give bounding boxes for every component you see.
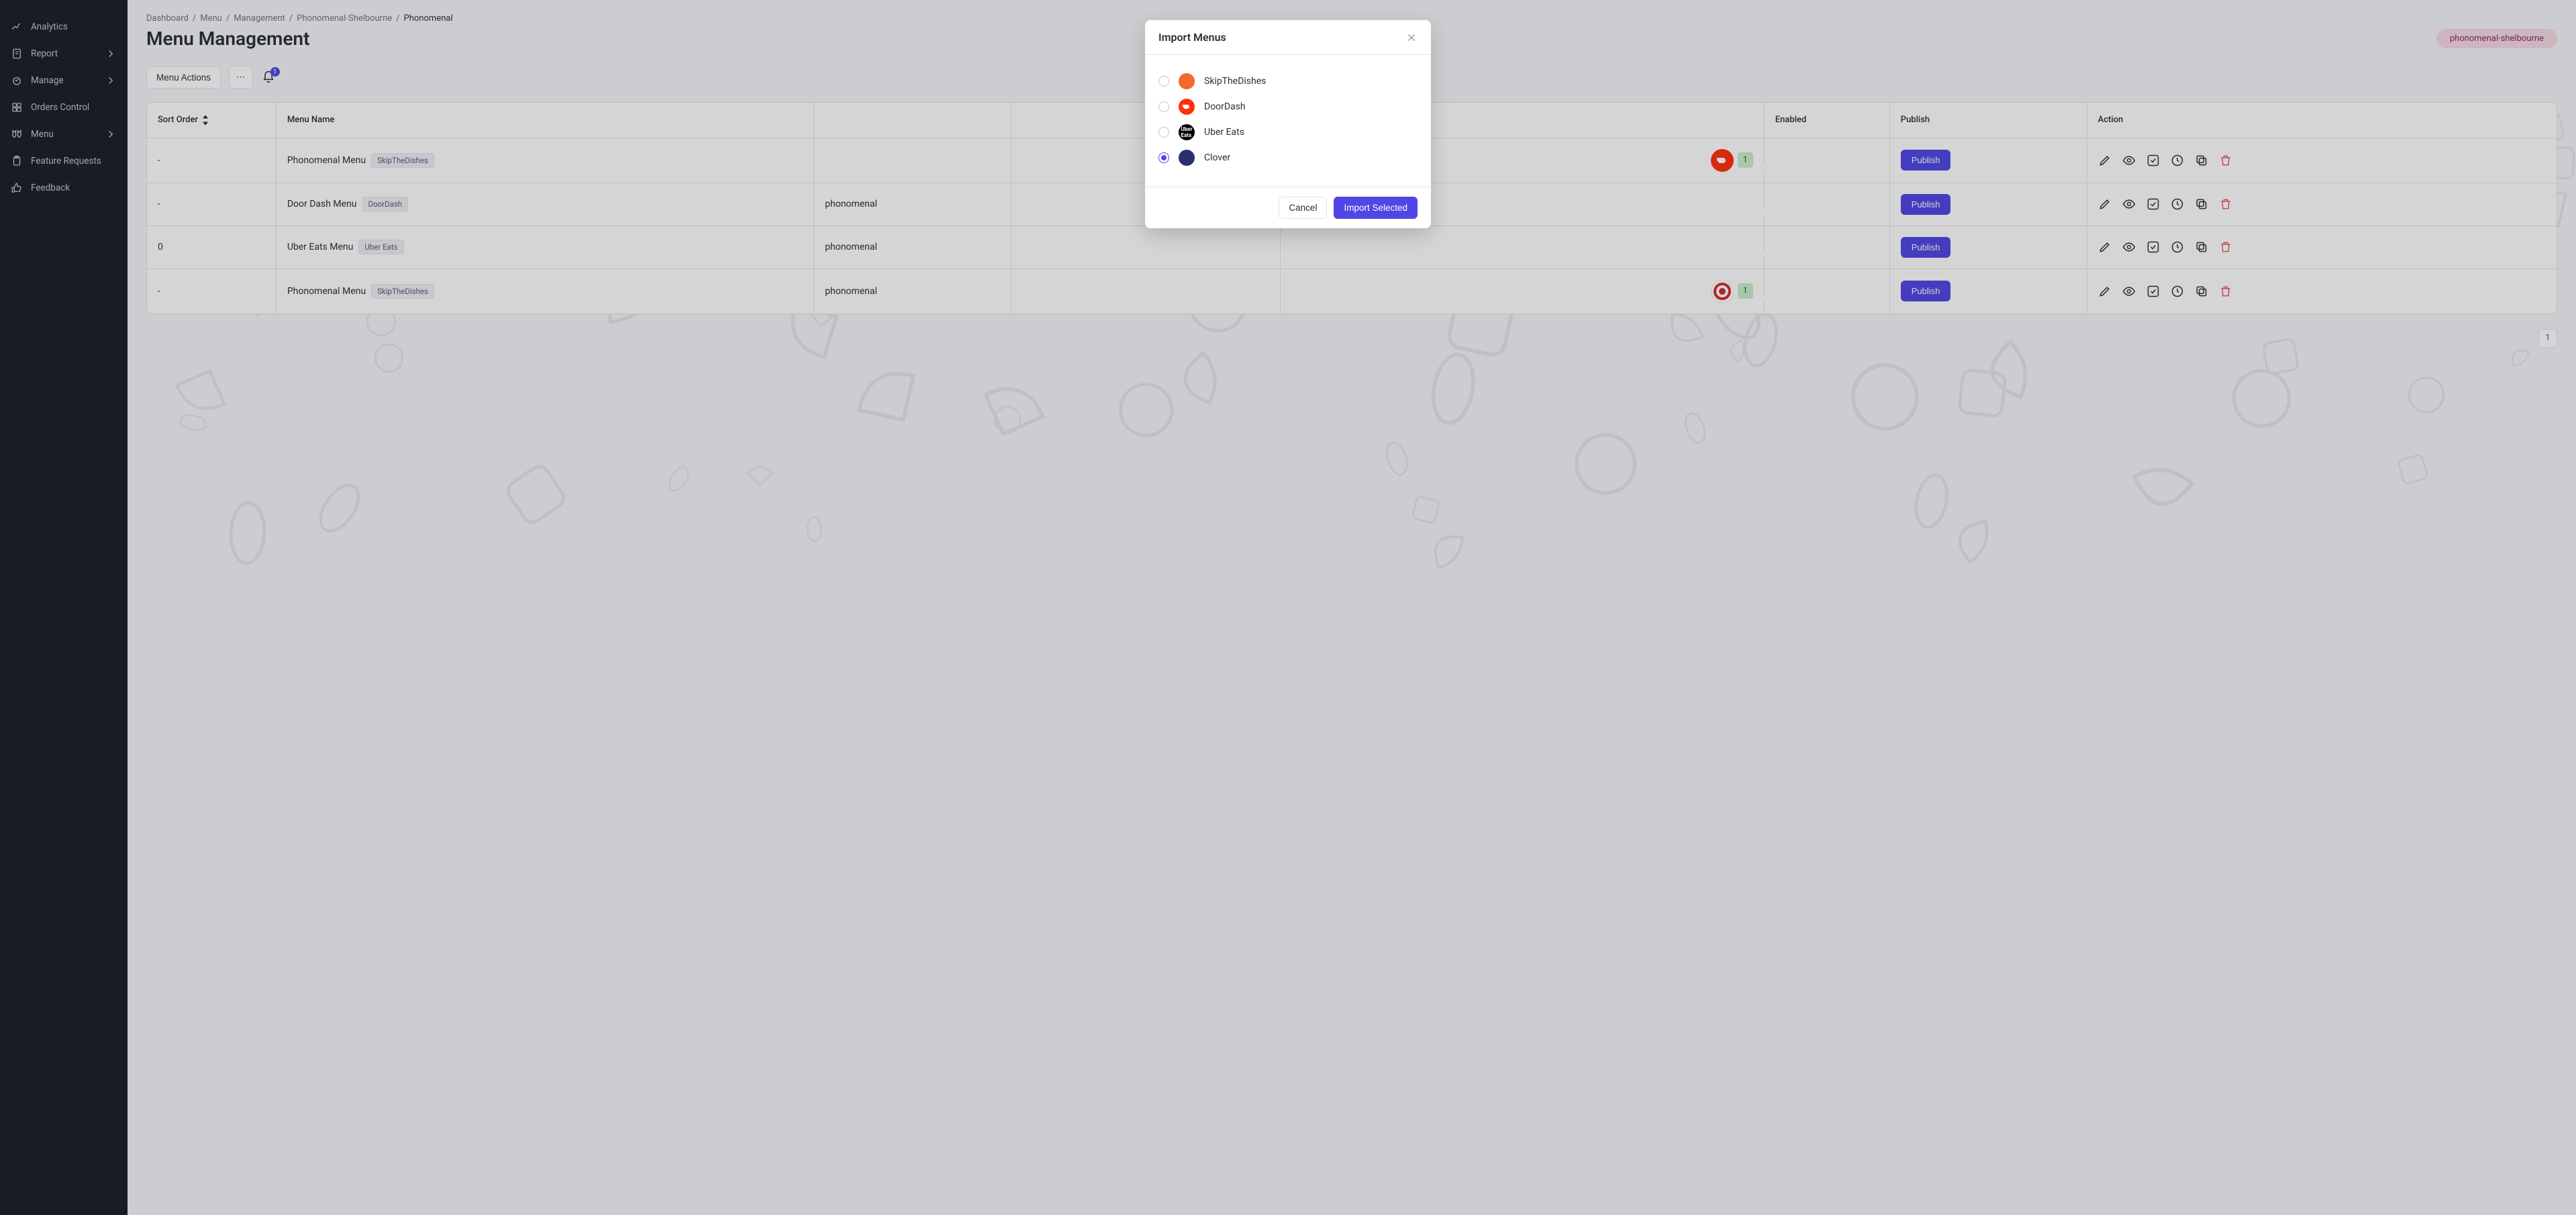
option-label: Uber Eats [1204,127,1244,138]
clover-icon [1179,150,1195,166]
import-selected-button[interactable]: Import Selected [1334,197,1418,219]
uber-icon: UberEats [1179,124,1195,140]
radio-button[interactable] [1158,152,1169,163]
skip-icon [1179,73,1195,89]
radio-button[interactable] [1158,101,1169,112]
import-option-doordash[interactable]: DoorDash [1158,94,1418,119]
import-menus-modal: Import Menus SkipTheDishes DoorDash Uber… [1145,20,1431,228]
dd-icon [1179,99,1195,115]
option-label: SkipTheDishes [1204,76,1266,87]
close-icon[interactable] [1405,32,1418,44]
modal-title: Import Menus [1158,31,1226,44]
import-option-skipthedishes[interactable]: SkipTheDishes [1158,68,1418,94]
option-label: DoorDash [1204,101,1246,112]
import-option-clover[interactable]: Clover [1158,145,1418,171]
radio-button[interactable] [1158,76,1169,87]
radio-button[interactable] [1158,127,1169,138]
option-label: Clover [1204,152,1230,163]
import-option-uber-eats[interactable]: UberEats Uber Eats [1158,119,1418,145]
cancel-button[interactable]: Cancel [1279,197,1327,219]
